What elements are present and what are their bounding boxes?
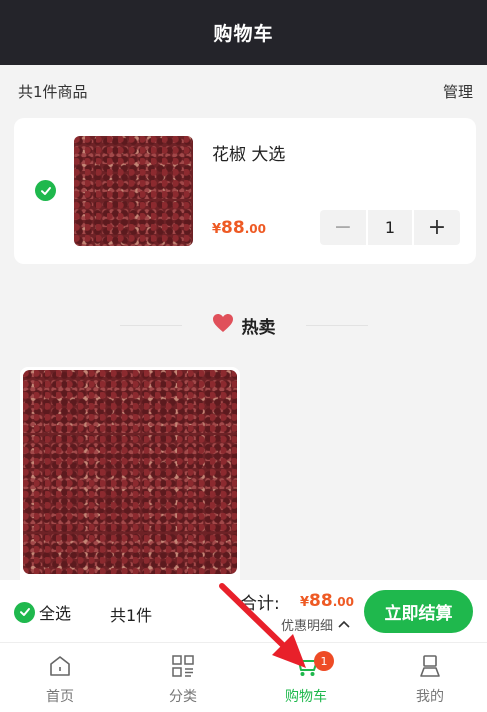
grid-icon[interactable] — [171, 655, 195, 681]
tab-cart-label[interactable]: 购物车 — [285, 686, 327, 706]
divider-left — [119, 324, 182, 326]
hot-product-image[interactable] — [23, 370, 237, 574]
tab-cart[interactable]: 1 购物车 — [256, 643, 356, 712]
discount-label[interactable]: 优惠明细 — [281, 615, 333, 634]
hot-product-card[interactable] — [20, 367, 240, 597]
hot-section-heading: 热卖 — [0, 306, 487, 344]
divider-right — [305, 324, 368, 326]
chevron-up-icon[interactable] — [338, 617, 350, 632]
total-price: ¥88.00 — [300, 591, 354, 611]
select-all-label[interactable]: 全选 — [39, 600, 71, 624]
item-price: ¥88.00 — [212, 218, 266, 238]
total-label: 合计: — [240, 594, 280, 614]
select-all-toggle[interactable]: 全选 — [14, 600, 71, 624]
checkout-bar: 全选 共1件 合计: ¥88.00 优惠明细 立即结算 — [0, 580, 487, 642]
tab-home-label[interactable]: 首页 — [46, 686, 74, 706]
total-price-integer: 88 — [309, 591, 333, 611]
tab-home[interactable]: 首页 — [10, 643, 110, 712]
manage-button[interactable]: 管理 — [443, 81, 473, 102]
tab-profile[interactable]: 我的 — [380, 643, 480, 712]
cart-item-card: 花椒 大选 ¥88.00 − 1 + — [14, 118, 476, 264]
total-price-decimal: .00 — [332, 595, 354, 609]
profile-icon[interactable] — [418, 655, 442, 681]
quantity-stepper: − 1 + — [320, 210, 460, 245]
item-price-integer: 88 — [221, 218, 245, 238]
quantity-plus-button[interactable]: + — [414, 210, 460, 245]
checkout-button[interactable]: 立即结算 — [364, 590, 473, 633]
item-check-icon[interactable] — [35, 180, 56, 201]
total-price-symbol: ¥ — [300, 595, 310, 610]
quantity-minus-button[interactable]: − — [320, 210, 366, 245]
home-icon[interactable] — [48, 655, 72, 681]
hot-label: 热卖 — [241, 317, 276, 338]
selected-count: 共1件 — [110, 606, 153, 625]
bottom-tab-bar: 首页 分类 1 购物车 我的 — [0, 642, 487, 712]
cart-badge: 1 — [314, 651, 334, 671]
quantity-value[interactable]: 1 — [368, 210, 412, 245]
item-title[interactable]: 花椒 大选 — [212, 140, 285, 165]
heart-icon — [212, 313, 234, 337]
item-count-text: 共1件商品 — [18, 82, 88, 101]
item-thumbnail[interactable] — [74, 136, 193, 246]
page-header: 购物车 — [0, 0, 487, 65]
discount-details-link[interactable]: 优惠明细 — [281, 615, 350, 634]
cart-meta-row: 共1件商品 管理 — [0, 65, 487, 117]
item-price-decimal: .00 — [244, 222, 266, 236]
select-all-check-icon[interactable] — [14, 601, 35, 623]
tab-category[interactable]: 分类 — [133, 643, 233, 712]
tab-category-label[interactable]: 分类 — [169, 686, 197, 706]
tab-profile-label[interactable]: 我的 — [416, 686, 444, 706]
page-title: 购物车 — [213, 23, 274, 45]
item-price-symbol: ¥ — [212, 222, 222, 237]
